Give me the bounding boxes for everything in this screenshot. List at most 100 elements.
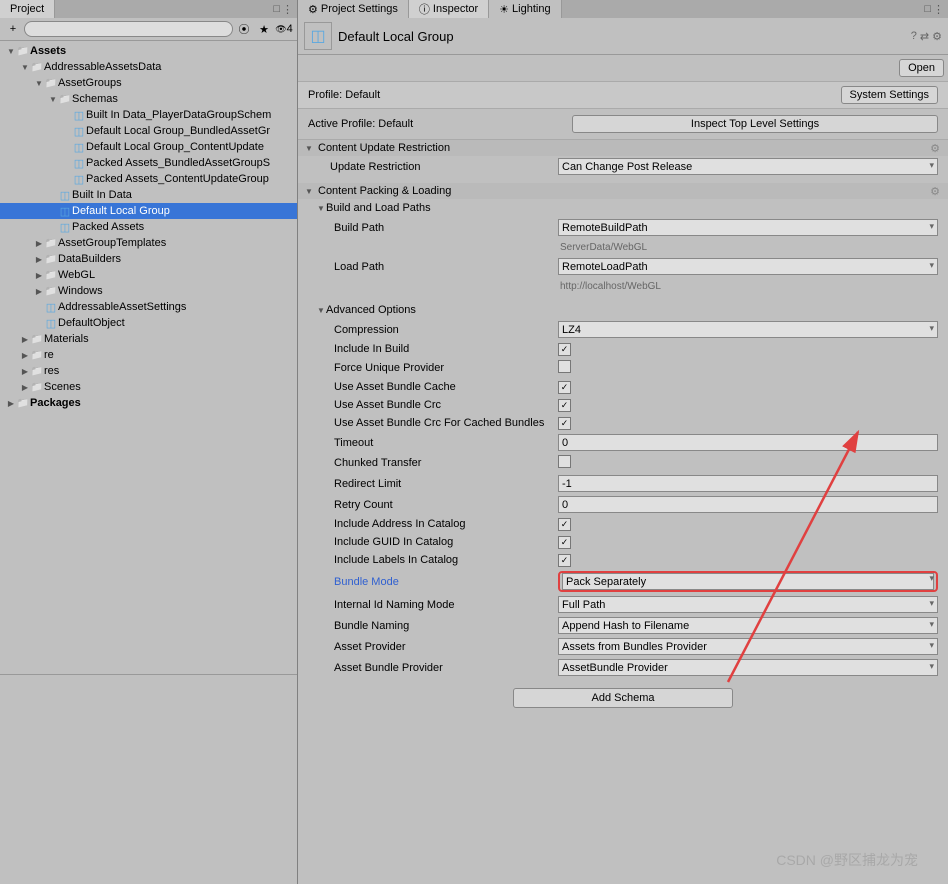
tab-label: Inspector [433,3,478,15]
system-settings-button[interactable]: System Settings [841,86,938,104]
label-update-restriction: Update Restriction [298,161,558,173]
tree-item[interactable]: Built In Data [0,187,297,203]
project-tree: ▼Assets▼AddressableAssetsData▼AssetGroup… [0,41,297,674]
menu-icon[interactable]: ⋮ [282,3,293,16]
disclosure-icon[interactable]: ▶ [20,335,30,344]
hidden-icon[interactable]: 4 [275,20,293,38]
control-timeout[interactable] [558,434,938,451]
disclosure-icon[interactable]: ▼ [20,63,30,72]
disclosure-icon[interactable]: ▶ [20,383,30,392]
tree-item[interactable]: ▶Packages [0,395,297,411]
control-include-labels-in-catalog[interactable]: ✓ [558,554,571,567]
open-button[interactable]: Open [899,59,944,77]
section-content-update[interactable]: ▼ Content Update Restriction ⚙ [298,140,948,156]
label-use-asset-bundle-crc-for-cached-bundles: Use Asset Bundle Crc For Cached Bundles [298,417,558,429]
tab-project-settings[interactable]: ⚙ Project Settings [298,0,409,18]
watermark: CSDN @野区捕龙为宠 [776,850,918,870]
control-bundle-naming[interactable]: Append Hash to Filename [558,617,938,634]
disclosure-icon[interactable]: ▶ [34,271,44,280]
control-asset-provider[interactable]: Assets from Bundles Provider [558,638,938,655]
disclosure-icon[interactable]: ▼ [34,79,44,88]
add-schema-button[interactable]: Add Schema [513,688,733,708]
select-update-restriction[interactable]: Can Change Post Release [558,158,938,175]
tree-item[interactable]: Default Local Group_ContentUpdate [0,139,297,155]
control-include-address-in-catalog[interactable]: ✓ [558,518,571,531]
menu-icon[interactable]: ⋮ [933,3,944,16]
tree-item[interactable]: Packed Assets [0,219,297,235]
gear-icon[interactable]: ⚙ [930,185,940,198]
section-content-packing[interactable]: ▼ Content Packing & Loading ⚙ [298,183,948,199]
disclosure-icon[interactable]: ▶ [20,351,30,360]
control-force-unique-provider[interactable] [558,360,571,373]
asset-icon [44,301,58,313]
tree-item[interactable]: Packed Assets_BundledAssetGroupS [0,155,297,171]
tab-project[interactable]: Project [0,0,55,18]
disclosure-icon[interactable]: ▶ [34,239,44,248]
help-icon[interactable]: ? [911,30,917,43]
tree-item[interactable]: ▶Materials [0,331,297,347]
label-include-labels-in-catalog: Include Labels In Catalog [298,554,558,566]
disclosure-icon[interactable]: ▶ [34,287,44,296]
asset-icon [72,157,86,169]
control-include-in-build[interactable]: ✓ [558,343,571,356]
control-use-asset-bundle-cache[interactable]: ✓ [558,381,571,394]
tree-item[interactable]: ▶res [0,363,297,379]
label-load-path: Load Path [298,261,558,273]
control-chunked-transfer[interactable] [558,455,571,468]
control-internal-id-naming-mode[interactable]: Full Path [558,596,938,613]
control-compression[interactable]: LZ4 [558,321,938,338]
tab-inspector[interactable]: ⓘ Inspector [409,0,489,18]
tree-item[interactable]: DefaultObject [0,315,297,331]
tab-lighting[interactable]: ☀ Lighting [489,0,561,18]
tree-item-label: Scenes [44,381,81,393]
tree-item[interactable]: Default Local Group [0,203,297,219]
control-bundle-mode[interactable]: Pack Separately [562,573,934,590]
label-asset-provider: Asset Provider [298,641,558,653]
tree-item[interactable]: ▼Assets [0,43,297,59]
search-input[interactable] [24,21,233,37]
minimize-icon[interactable]: □ [924,3,931,15]
tree-item-label: Default Local Group [72,205,170,217]
control-include-guid-in-catalog[interactable]: ✓ [558,536,571,549]
sun-icon: ☀ [499,3,509,16]
profile-label: Profile: Default [308,89,380,101]
disclosure-icon[interactable]: ▶ [34,255,44,264]
tree-item[interactable]: ▶Windows [0,283,297,299]
tree-item[interactable]: ▶ Scenes [0,379,297,395]
disclosure-icon[interactable]: ▼ [6,47,16,56]
chevron-down-icon[interactable]: ▼ [316,204,326,213]
tree-item[interactable]: AddressableAssetSettings [0,299,297,315]
select-load-path[interactable]: RemoteLoadPath [558,258,938,275]
preset-icon[interactable]: ⇄ [920,30,929,43]
control-use-asset-bundle-crc-for-cached-bundles[interactable]: ✓ [558,417,571,430]
add-icon[interactable]: + [4,20,22,38]
filter-icon[interactable]: ⦿ [235,20,253,38]
control-retry-count[interactable] [558,496,938,513]
tree-item[interactable]: ▶DataBuilders [0,251,297,267]
inspect-top-button[interactable]: Inspect Top Level Settings [572,115,938,133]
minimize-icon[interactable]: □ [273,3,280,15]
disclosure-icon[interactable]: ▶ [20,367,30,376]
tab-label: Lighting [512,3,551,15]
disclosure-icon[interactable]: ▼ [48,95,58,104]
gear-icon[interactable]: ⚙ [930,142,940,155]
tree-item[interactable]: ▶WebGL [0,267,297,283]
control-asset-bundle-provider[interactable]: AssetBundle Provider [558,659,938,676]
tree-item-label: re [44,349,54,361]
tree-item[interactable]: ▶AssetGroupTemplates [0,235,297,251]
asset-icon [72,125,86,137]
gear-icon[interactable]: ⚙ [932,30,942,43]
tree-item[interactable]: ▶ re [0,347,297,363]
favorite-icon[interactable]: ★ [255,20,273,38]
control-redirect-limit[interactable] [558,475,938,492]
tree-item[interactable]: Built In Data_PlayerDataGroupSchem [0,107,297,123]
chevron-down-icon[interactable]: ▼ [316,306,326,315]
tree-item[interactable]: ▼AddressableAssetsData [0,59,297,75]
tree-item[interactable]: Packed Assets_ContentUpdateGroup [0,171,297,187]
tree-item[interactable]: ▼Schemas [0,91,297,107]
control-use-asset-bundle-crc[interactable]: ✓ [558,399,571,412]
disclosure-icon[interactable]: ▶ [6,399,16,408]
tree-item[interactable]: Default Local Group_BundledAssetGr [0,123,297,139]
tree-item[interactable]: ▼AssetGroups [0,75,297,91]
select-build-path[interactable]: RemoteBuildPath [558,219,938,236]
